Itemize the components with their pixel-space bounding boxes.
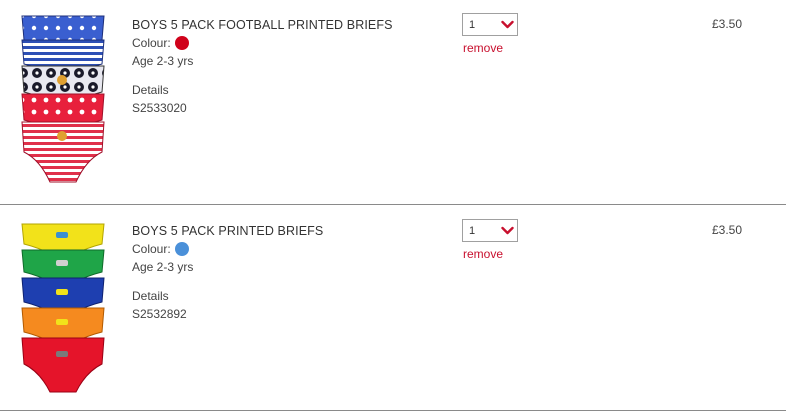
football-briefs-pack-image [21,15,105,183]
divider [0,204,786,205]
remove-link[interactable]: remove [463,247,503,261]
colour-swatch [174,36,189,50]
quantity-value: 1 [469,19,476,31]
item-price: £3.50 [712,223,743,237]
colour-row: Colour: [132,240,442,258]
age-label: Age 2-3 yrs [132,54,194,68]
item-price: £3.50 [712,17,743,31]
details-label: Details [132,289,169,303]
product-title[interactable]: BOYS 5 PACK FOOTBALL PRINTED BRIEFS [132,16,442,34]
product-info: BOYS 5 PACK FOOTBALL PRINTED BRIEFS Colo… [132,16,442,117]
sku-label: S2532892 [132,307,187,321]
colour-label: Colour: [132,242,171,256]
product-image[interactable] [16,214,110,394]
product-info: BOYS 5 PACK PRINTED BRIEFS Colour: Age 2… [132,222,442,323]
age-label: Age 2-3 yrs [132,260,194,274]
cart-item: BOYS 5 PACK FOOTBALL PRINTED BRIEFS Colo… [0,0,786,205]
divider [0,410,786,411]
sku-label: S2533020 [132,101,187,115]
quantity-select[interactable]: 1 [462,13,518,36]
details-label: Details [132,83,169,97]
colour-swatch [174,242,189,256]
remove-link[interactable]: remove [463,41,503,55]
quantity-select[interactable]: 1 [462,219,518,242]
quantity-value: 1 [469,225,476,237]
printed-briefs-pack-image [21,223,105,393]
product-title[interactable]: BOYS 5 PACK PRINTED BRIEFS [132,222,442,240]
chevron-down-icon[interactable] [500,223,515,238]
colour-label: Colour: [132,36,171,50]
cart-item: BOYS 5 PACK PRINTED BRIEFS Colour: Age 2… [0,206,786,411]
chevron-down-icon[interactable] [500,17,515,32]
product-image[interactable] [16,10,110,190]
colour-row: Colour: [132,34,442,52]
